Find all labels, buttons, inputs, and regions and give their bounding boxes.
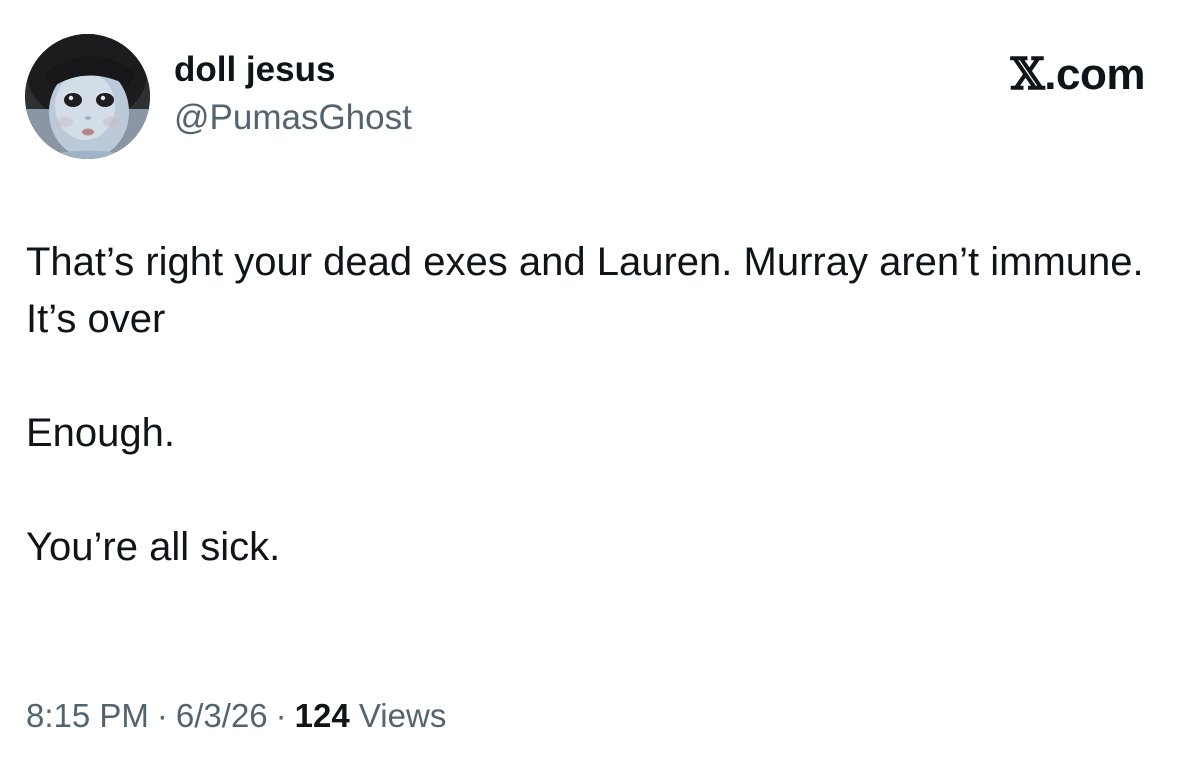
author-info: doll jesus @PumasGhost bbox=[174, 48, 412, 140]
x-logo-icon: 𝕏 bbox=[1010, 49, 1045, 100]
author-handle[interactable]: @PumasGhost bbox=[174, 96, 412, 140]
views-label: Views bbox=[358, 697, 447, 734]
tweet-metadata: 8:15 PM · 6/3/26 · 124 Views bbox=[26, 694, 446, 738]
meta-separator: · bbox=[275, 697, 287, 734]
site-domain-suffix: .com bbox=[1044, 50, 1145, 99]
views-count: 124 bbox=[294, 697, 350, 734]
tweet-paragraph: That’s right your dead exes and Lauren. … bbox=[26, 240, 1144, 341]
author-avatar[interactable] bbox=[25, 34, 150, 159]
tweet-time[interactable]: 8:15 PM bbox=[26, 697, 149, 734]
tweet-paragraph: You’re all sick. bbox=[26, 525, 281, 569]
meta-separator: · bbox=[156, 697, 168, 734]
site-logo: 𝕏.com bbox=[1010, 49, 1146, 100]
author-display-name[interactable]: doll jesus bbox=[174, 48, 412, 92]
doll-face-icon bbox=[25, 34, 150, 159]
tweet-date[interactable]: 6/3/26 bbox=[176, 697, 268, 734]
tweet-paragraph: Enough. bbox=[26, 411, 176, 455]
tweet-text: That’s right your dead exes and Lauren. … bbox=[26, 234, 1176, 576]
tweet-card: doll jesus @PumasGhost 𝕏.com That’s righ… bbox=[0, 0, 1200, 777]
